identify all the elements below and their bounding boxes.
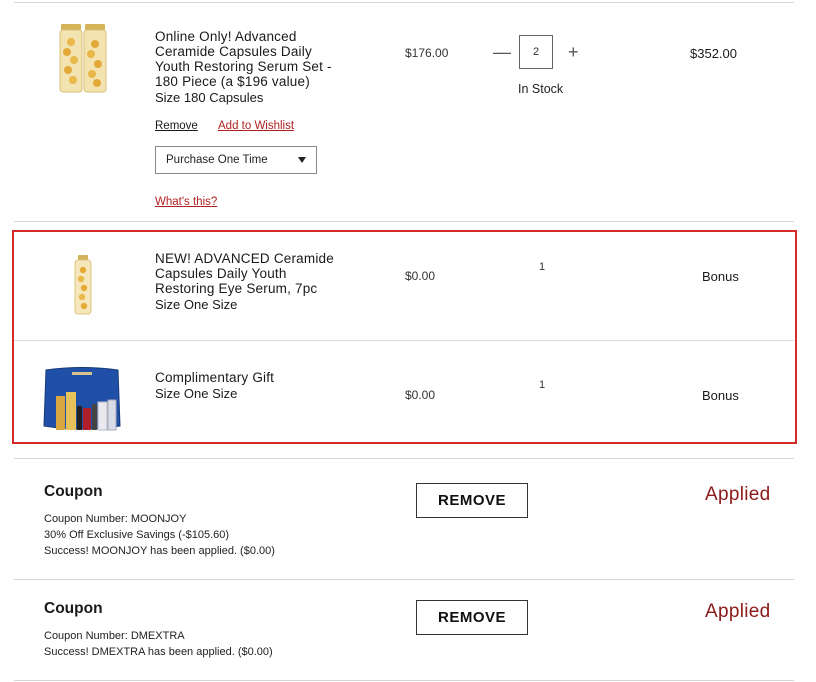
stock-status: In Stock bbox=[518, 82, 564, 96]
product-image-serum-set[interactable] bbox=[58, 22, 108, 96]
remove-link[interactable]: Remove bbox=[155, 120, 198, 132]
product-size: Size One Size bbox=[155, 297, 238, 312]
product-name-eye-serum[interactable]: NEW! ADVANCED Ceramide Capsules Daily Yo… bbox=[155, 251, 334, 296]
divider-bottom bbox=[14, 680, 794, 681]
coupon-status: Applied bbox=[705, 601, 771, 622]
divider-bonus bbox=[14, 340, 794, 341]
divider-coupon1 bbox=[14, 579, 794, 580]
coupon-success-message: Success! MOONJOY has been applied. ($0.0… bbox=[44, 545, 275, 557]
line-total: Bonus bbox=[702, 269, 739, 284]
purchase-option-value: Purchase One Time bbox=[166, 154, 268, 166]
product-image-eye-serum[interactable] bbox=[72, 254, 94, 316]
bonus-items-highlight bbox=[12, 230, 797, 444]
coupon-status: Applied bbox=[705, 484, 771, 505]
coupon-description: 30% Off Exclusive Savings (-$105.60) bbox=[44, 529, 230, 541]
product-name-gift[interactable]: Complimentary Gift bbox=[155, 370, 274, 385]
quantity-value: 1 bbox=[539, 261, 546, 273]
remove-coupon-button[interactable]: REMOVE bbox=[416, 483, 528, 518]
quantity-input[interactable]: 2 bbox=[519, 35, 553, 69]
coupon-title: Coupon bbox=[44, 600, 103, 617]
remove-coupon-button[interactable]: REMOVE bbox=[416, 600, 528, 635]
coupon-number: Coupon Number: MOONJOY bbox=[44, 513, 187, 525]
unit-price: $0.00 bbox=[405, 388, 436, 402]
coupon-title: Coupon bbox=[44, 483, 103, 500]
product-image-gift[interactable] bbox=[42, 366, 122, 434]
coupon-success-message: Success! DMEXTRA has been applied. ($0.0… bbox=[44, 646, 273, 658]
coupon-number: Coupon Number: DMEXTRA bbox=[44, 630, 185, 642]
line-total: $352.00 bbox=[690, 46, 737, 61]
product-name-serum-set[interactable]: Online Only! Advanced Ceramide Capsules … bbox=[155, 29, 332, 89]
product-size: Size 180 Capsules bbox=[155, 90, 264, 105]
unit-price: $0.00 bbox=[405, 269, 436, 283]
purchase-option-select[interactable]: Purchase One Time bbox=[155, 146, 317, 174]
whats-this-link[interactable]: What's this? bbox=[155, 196, 217, 208]
caret-down-icon bbox=[298, 157, 306, 163]
quantity-value: 1 bbox=[539, 379, 546, 391]
quantity-decrease-button[interactable]: — bbox=[493, 43, 511, 61]
line-total: Bonus bbox=[702, 388, 739, 403]
divider-item1 bbox=[14, 221, 794, 222]
unit-price: $176.00 bbox=[405, 46, 449, 60]
divider-items-end bbox=[14, 458, 794, 459]
divider-top bbox=[14, 2, 794, 3]
product-size: Size One Size bbox=[155, 386, 238, 401]
add-to-wishlist-link[interactable]: Add to Wishlist bbox=[218, 120, 294, 132]
quantity-increase-button[interactable]: + bbox=[568, 43, 579, 61]
